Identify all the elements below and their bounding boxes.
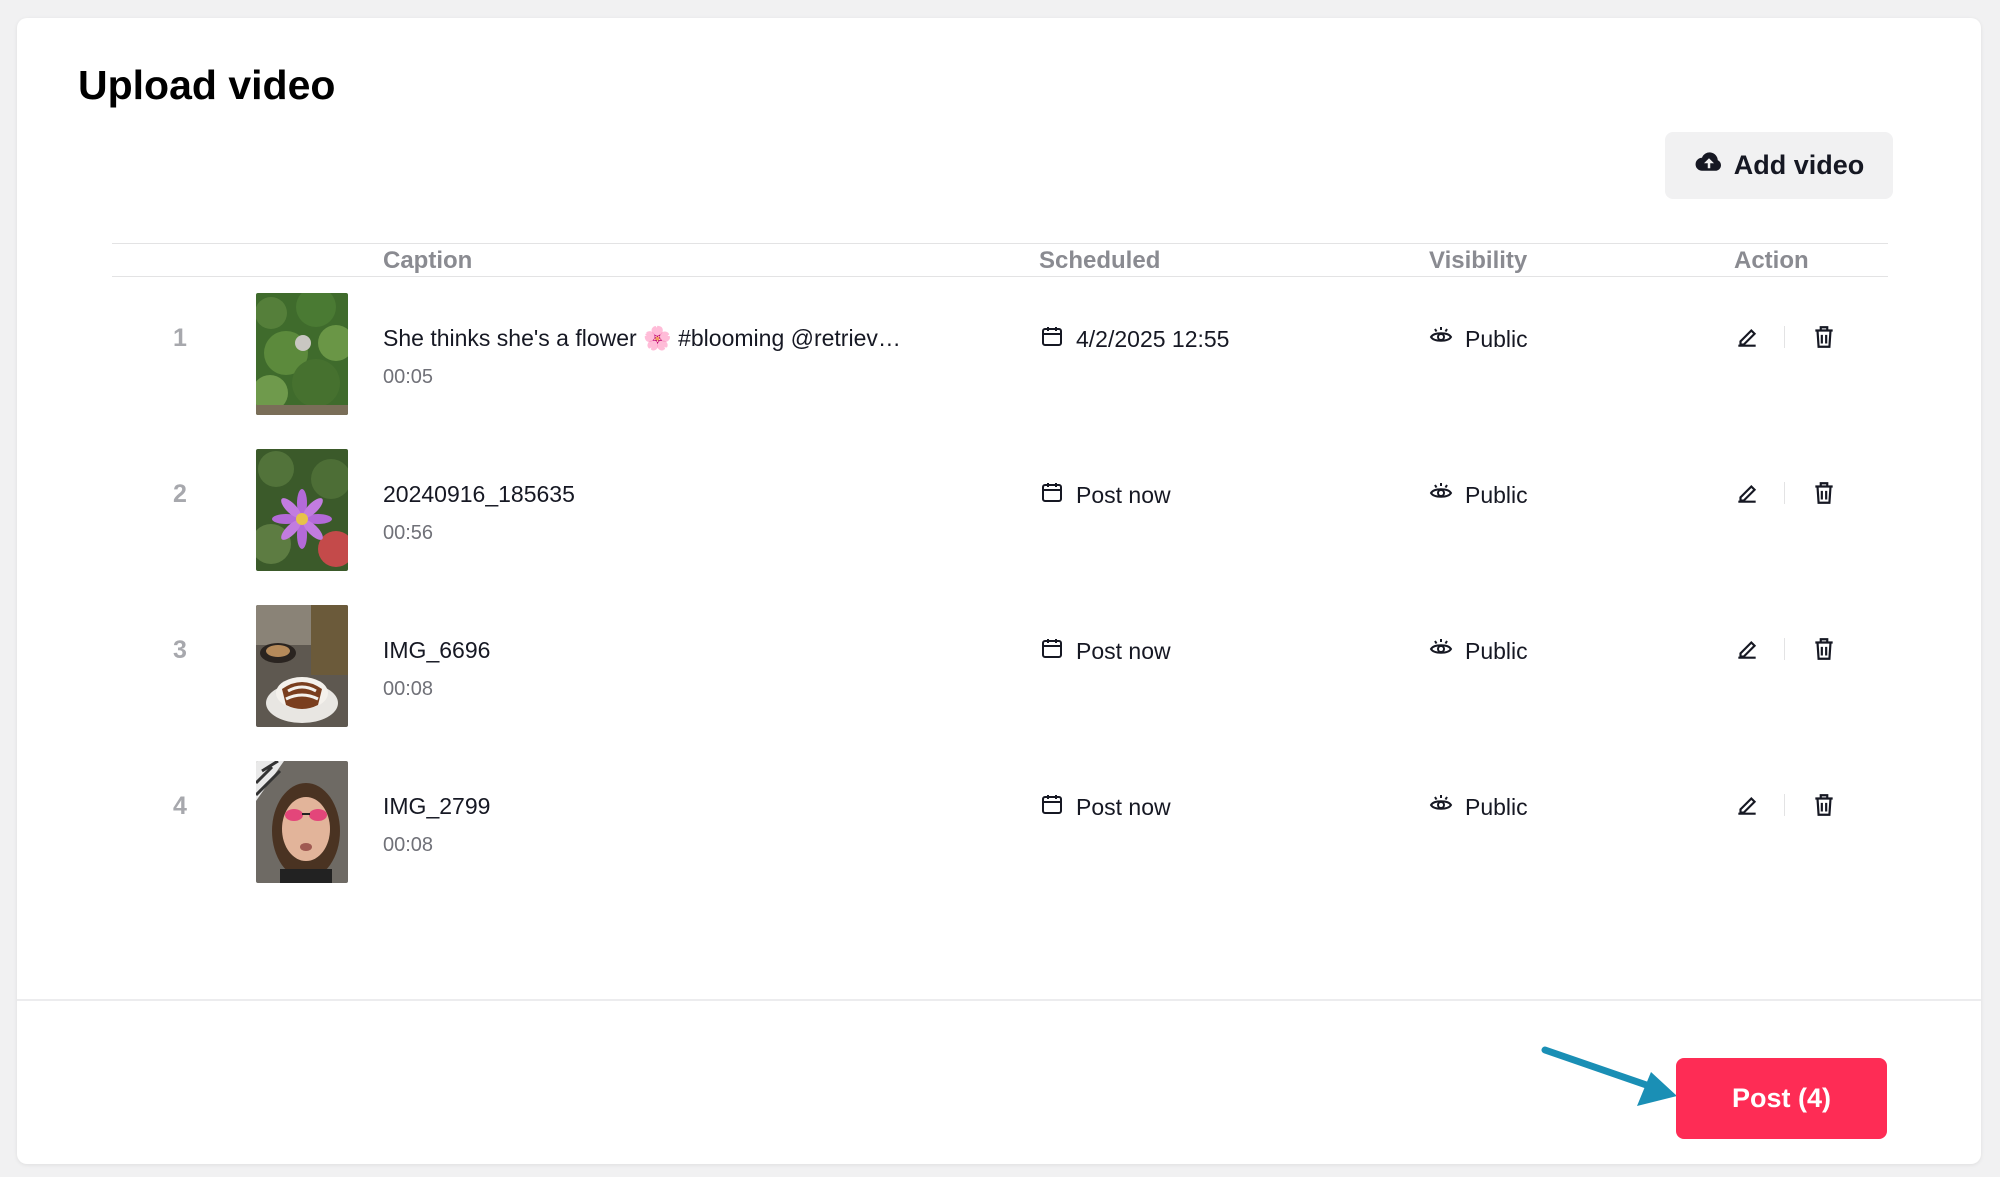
header-scheduled: Scheduled bbox=[1039, 247, 1161, 274]
row-number: 4 bbox=[173, 792, 187, 820]
page-title: Upload video bbox=[78, 62, 336, 108]
video-caption: She thinks she's a flower 🌸 #blooming @r… bbox=[383, 325, 901, 351]
schedule-value: 4/2/2025 12:55 bbox=[1076, 325, 1230, 352]
calendar-icon bbox=[1040, 636, 1064, 666]
action-divider bbox=[1784, 326, 1785, 348]
row-number: 1 bbox=[173, 324, 187, 352]
video-caption: IMG_2799 bbox=[383, 793, 491, 819]
row-actions bbox=[1732, 634, 1839, 664]
action-divider bbox=[1784, 482, 1785, 504]
add-video-button[interactable]: Add video bbox=[1665, 132, 1893, 199]
visibility-field[interactable]: Public bbox=[1429, 636, 1528, 666]
eye-icon bbox=[1429, 480, 1453, 510]
row-number: 3 bbox=[173, 636, 187, 664]
table-row: 3 IMG_6696 00:08 Post now Public bbox=[112, 589, 1888, 745]
bush-thumbnail[interactable] bbox=[256, 293, 348, 415]
edit-icon[interactable] bbox=[1732, 790, 1762, 820]
video-caption: 20240916_185635 bbox=[383, 481, 575, 507]
schedule-value: Post now bbox=[1076, 793, 1171, 820]
schedule-field[interactable]: 4/2/2025 12:55 bbox=[1040, 324, 1229, 354]
table-row: 1 She thinks she's a flower 🌸 #blooming … bbox=[112, 277, 1888, 433]
row-actions bbox=[1732, 790, 1839, 820]
row-number: 2 bbox=[173, 480, 187, 508]
edit-icon[interactable] bbox=[1732, 634, 1762, 664]
schedule-value: Post now bbox=[1076, 637, 1171, 664]
trash-icon[interactable] bbox=[1809, 790, 1839, 820]
video-table: Caption Scheduled Visibility Action 1 Sh… bbox=[112, 243, 1888, 901]
edit-icon[interactable] bbox=[1732, 478, 1762, 508]
visibility-value: Public bbox=[1465, 481, 1528, 508]
video-duration: 00:05 bbox=[383, 366, 434, 388]
schedule-value: Post now bbox=[1076, 481, 1171, 508]
calendar-icon bbox=[1040, 792, 1064, 822]
cloud-upload-icon bbox=[1694, 147, 1724, 184]
video-duration: 00:08 bbox=[383, 678, 434, 700]
trash-icon[interactable] bbox=[1809, 634, 1839, 664]
visibility-value: Public bbox=[1465, 637, 1528, 664]
coffee-dessert-thumbnail[interactable] bbox=[256, 605, 348, 727]
video-duration: 00:56 bbox=[383, 522, 434, 544]
eye-icon bbox=[1429, 324, 1453, 354]
selfie-thumbnail[interactable] bbox=[256, 761, 348, 883]
row-actions bbox=[1732, 478, 1839, 508]
header-action: Action bbox=[1734, 247, 1809, 274]
table-header: Caption Scheduled Visibility Action bbox=[112, 243, 1888, 277]
header-caption: Caption bbox=[383, 247, 473, 274]
action-divider bbox=[1784, 638, 1785, 660]
calendar-icon bbox=[1040, 480, 1064, 510]
visibility-field[interactable]: Public bbox=[1429, 480, 1528, 510]
eye-icon bbox=[1429, 792, 1453, 822]
schedule-field[interactable]: Post now bbox=[1040, 480, 1171, 510]
visibility-value: Public bbox=[1465, 793, 1528, 820]
annotation-arrow-icon bbox=[1537, 1042, 1687, 1117]
video-duration: 00:08 bbox=[383, 834, 434, 856]
purple-flower-thumbnail[interactable] bbox=[256, 449, 348, 571]
trash-icon[interactable] bbox=[1809, 478, 1839, 508]
upload-card: Upload video Add video Caption Scheduled… bbox=[17, 18, 1981, 1164]
visibility-field[interactable]: Public bbox=[1429, 324, 1528, 354]
schedule-field[interactable]: Post now bbox=[1040, 792, 1171, 822]
trash-icon[interactable] bbox=[1809, 322, 1839, 352]
visibility-field[interactable]: Public bbox=[1429, 792, 1528, 822]
action-divider bbox=[1784, 794, 1785, 816]
schedule-field[interactable]: Post now bbox=[1040, 636, 1171, 666]
visibility-value: Public bbox=[1465, 325, 1528, 352]
add-video-label: Add video bbox=[1733, 150, 1865, 180]
video-caption: IMG_6696 bbox=[383, 637, 491, 663]
post-button[interactable]: Post (4) bbox=[1676, 1058, 1887, 1139]
table-row: 2 20240916_185635 00:56 Post now Public bbox=[112, 433, 1888, 589]
header-visibility: Visibility bbox=[1429, 247, 1528, 274]
edit-icon[interactable] bbox=[1732, 322, 1762, 352]
eye-icon bbox=[1429, 636, 1453, 666]
calendar-icon bbox=[1040, 324, 1064, 354]
row-actions bbox=[1732, 322, 1839, 352]
table-row: 4 IMG_2799 00:08 Post now Public bbox=[112, 745, 1888, 901]
